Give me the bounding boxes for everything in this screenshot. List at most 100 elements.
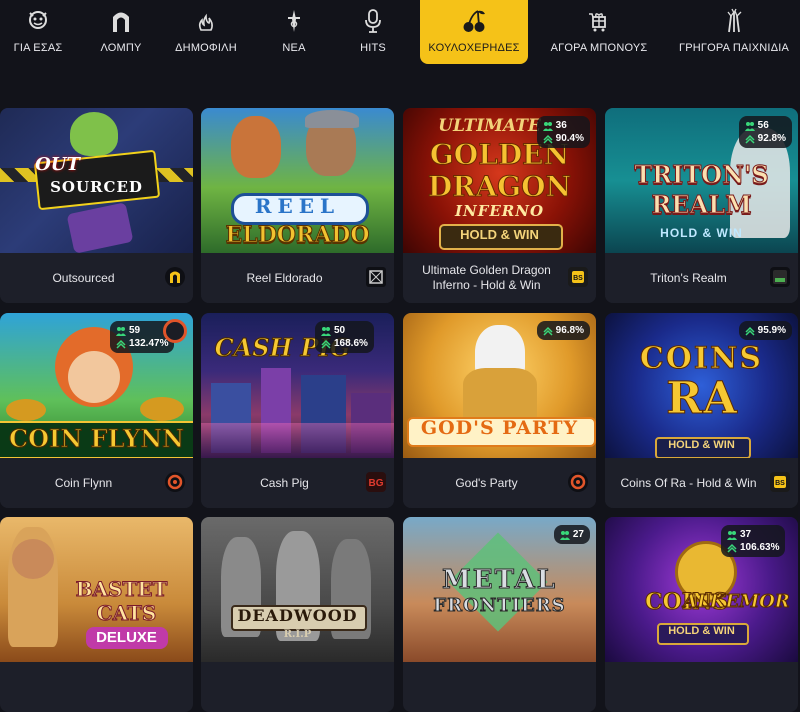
microphone-icon xyxy=(358,8,388,34)
rtp-icon xyxy=(543,326,553,336)
nav-item-hits[interactable]: HITS xyxy=(355,0,391,64)
players-icon xyxy=(744,121,755,131)
game-thumbnail[interactable]: ULTIMATE GOLDEN DRAGON INFERNO HOLD & WI… xyxy=(403,108,596,253)
game-thumbnail[interactable]: REEL ELDORADO xyxy=(201,108,394,253)
provider-game-icon xyxy=(770,267,790,287)
game-stats-badge: 56 92.8% xyxy=(738,116,792,148)
game-card-bastet-cats-deluxe[interactable]: BASTET CATS DELUXE xyxy=(0,517,193,712)
game-caption: Coins Of Ra - Hold & Win BS xyxy=(605,458,798,508)
art-title-line1: COINS xyxy=(639,341,764,377)
art-title-line3: DELUXE xyxy=(96,629,157,646)
provider-bg-icon: BG xyxy=(366,472,386,492)
game-name: Triton's Realm xyxy=(650,270,727,285)
players-count: 37 xyxy=(740,529,752,540)
rtp-icon xyxy=(745,134,755,144)
rtp-value: 106.63% xyxy=(740,542,780,553)
game-caption: Triton's Realm xyxy=(605,253,798,303)
players-icon xyxy=(116,326,126,336)
game-thumbnail[interactable]: TRITON'S REALM HOLD & WIN 56 92.8% xyxy=(605,108,798,253)
game-caption: God's Party xyxy=(403,458,596,508)
game-caption: Coin Flynn xyxy=(0,458,193,508)
game-thumbnail[interactable]: BASTET CATS DELUXE xyxy=(0,517,193,662)
nav-item-new[interactable]: ΝΕΑ xyxy=(276,0,312,64)
nav-item-slots[interactable]: ΚΟΥΛΟΧΕΡΗΔΕΣ xyxy=(420,0,528,64)
game-name: Ultimate Golden Dragon Inferno - Hold & … xyxy=(422,263,551,292)
game-thumbnail[interactable]: COINS ALKEMOR HOLD & WIN 37 106.63% xyxy=(605,517,798,662)
game-card-gods-party[interactable]: GOD'S PARTY 96.8% God's Party xyxy=(403,313,596,508)
game-stats-badge: 37 106.63% xyxy=(721,525,786,557)
svg-text:BS: BS xyxy=(573,275,583,282)
nav-label: HITS xyxy=(360,42,386,54)
game-stats-badge: 95.9% xyxy=(738,321,792,340)
arch-icon xyxy=(106,8,136,34)
provider-n-icon xyxy=(165,267,185,287)
art-title-line2: SOURCED xyxy=(50,178,143,196)
nav-label: ΓΡΗΓΟΡΑ ΠΑΙΧΝΙΔΙΑ xyxy=(678,42,790,54)
nav-label: ΛΟΜΠΥ xyxy=(100,42,142,54)
game-card-cash-pig[interactable]: CASH PIG 50 168.6% Cash Pig BG xyxy=(201,313,394,508)
game-stats-badge: 96.8% xyxy=(536,321,590,340)
nav-item-bonus-buy[interactable]: ΑΓΟΡΑ ΜΠΟΝΟΥΣ xyxy=(550,0,648,64)
art-title-line3: HOLD & WIN xyxy=(668,439,735,451)
game-card-outsourced[interactable]: OUT SOURCED Outsourced xyxy=(0,108,193,303)
sparkle-icon xyxy=(279,8,309,34)
art-title-line1: OUT xyxy=(35,154,80,175)
game-name: Outsourced xyxy=(52,270,115,285)
players-count: 56 xyxy=(757,120,769,131)
players-icon xyxy=(727,530,737,540)
game-grid: OUT SOURCED Outsourced REEL ELDORADO Ree… xyxy=(0,108,800,712)
provider-ring-icon xyxy=(165,472,185,492)
art-title-line1: DEADWOOD xyxy=(237,606,358,625)
players-icon xyxy=(542,121,553,131)
game-thumbnail[interactable]: METAL FRONTIERS 27 xyxy=(403,517,596,662)
players-count: 36 xyxy=(555,120,567,131)
rtp-value: 96.8% xyxy=(555,325,584,336)
game-caption: Cash Pig BG xyxy=(201,458,394,508)
art-title-line1: GOD'S PARTY xyxy=(420,417,579,439)
game-thumbnail[interactable]: GOD'S PARTY 96.8% xyxy=(403,313,596,458)
rtp-value: 90.4% xyxy=(555,133,584,144)
game-caption: Ultimate Golden Dragon Inferno - Hold & … xyxy=(403,253,596,303)
players-icon xyxy=(321,326,331,336)
provider-box-icon xyxy=(366,267,386,287)
svg-text:BS: BS xyxy=(775,480,785,487)
game-thumbnail[interactable]: OUT SOURCED xyxy=(0,108,193,253)
fireworks-icon xyxy=(719,8,749,34)
nav-label: ΓΙΑ ΕΣΑΣ xyxy=(13,42,63,54)
nav-item-lobby[interactable]: ΛΟΜΠΥ xyxy=(95,0,147,64)
nav-label: ΔΗΜΟΦΙΛΗ xyxy=(175,42,237,54)
players-count: 27 xyxy=(572,529,584,540)
game-thumbnail[interactable]: CASH PIG 50 168.6% xyxy=(201,313,394,458)
provider-bs-icon: BS xyxy=(770,472,790,492)
provider-ring-icon xyxy=(568,472,588,492)
game-card-ultimate-golden-dragon-inferno[interactable]: ULTIMATE GOLDEN DRAGON INFERNO HOLD & WI… xyxy=(403,108,596,303)
art-title-line1: BASTET xyxy=(75,577,168,602)
art-title-line2: ELDORADO xyxy=(225,222,370,249)
game-thumbnail[interactable]: COINS RA HOLD & WIN 95.9% xyxy=(605,313,798,458)
game-card-metal-frontiers[interactable]: METAL FRONTIERS 27 xyxy=(403,517,596,712)
game-name: Coin Flynn xyxy=(54,475,113,490)
game-stats-badge: 36 90.4% xyxy=(536,116,590,148)
art-title-line4: INFERNO xyxy=(454,202,545,220)
game-card-coins-of-ra[interactable]: COINS RA HOLD & WIN 95.9% Coins Of Ra - … xyxy=(605,313,798,508)
game-card-coins-of-alkemor[interactable]: COINS ALKEMOR HOLD & WIN 37 106.63% xyxy=(605,517,798,712)
players-icon xyxy=(559,530,570,540)
gift-cart-icon xyxy=(584,8,614,34)
game-name: Coins Of Ra - Hold & Win xyxy=(620,475,757,490)
game-card-reel-eldorado[interactable]: REEL ELDORADO Reel Eldorado xyxy=(201,108,394,303)
art-title-line2: FRONTIERS xyxy=(433,595,566,617)
nav-item-fast-games[interactable]: ΓΡΗΓΟΡΑ ΠΑΙΧΝΙΔΙΑ xyxy=(677,0,791,64)
rtp-value: 95.9% xyxy=(757,325,786,336)
game-card-deadwood[interactable]: DEADWOOD R.I.P xyxy=(201,517,394,712)
game-thumbnail[interactable]: COIN FLYNN 59 132.47% xyxy=(0,313,193,458)
art-title-line5: HOLD & WIN xyxy=(460,227,539,242)
game-card-tritons-realm[interactable]: TRITON'S REALM HOLD & WIN 56 92.8% Trito… xyxy=(605,108,798,303)
game-card-coin-flynn[interactable]: COIN FLYNN 59 132.47% Coin Flynn xyxy=(0,313,193,508)
game-thumbnail[interactable]: DEADWOOD R.I.P xyxy=(201,517,394,662)
nav-item-for-you[interactable]: ΓΙΑ ΕΣΑΣ xyxy=(12,0,64,64)
nav-item-popular[interactable]: ΔΗΜΟΦΙΛΗ xyxy=(174,0,238,64)
game-caption: Outsourced xyxy=(0,253,193,303)
nav-label: ΚΟΥΛΟΧΕΡΗΔΕΣ xyxy=(428,42,520,54)
art-title-line2: REALM xyxy=(651,190,752,220)
game-stats-badge: 50 168.6% xyxy=(315,321,374,353)
